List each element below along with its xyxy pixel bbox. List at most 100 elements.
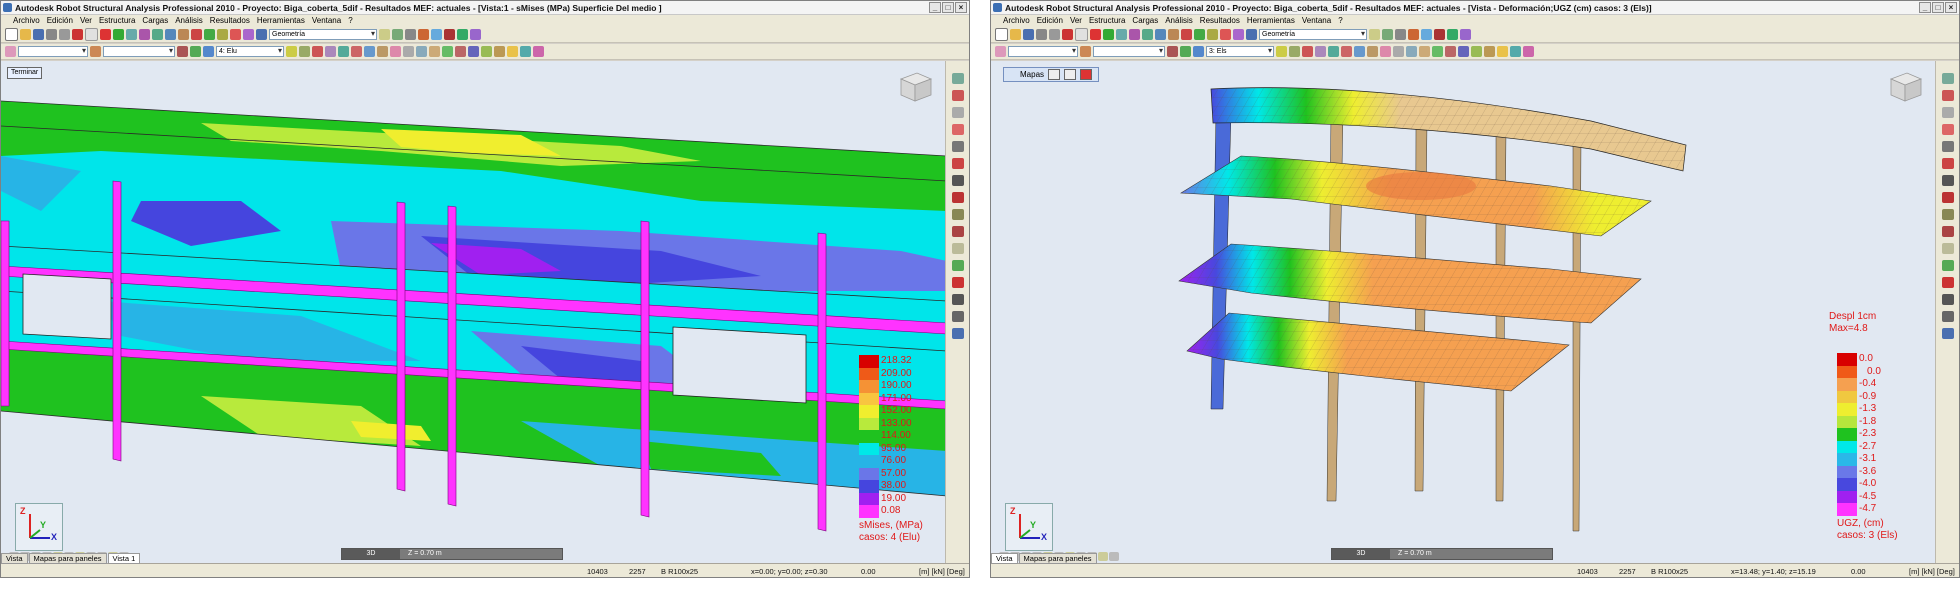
section-icon[interactable] [418, 29, 429, 40]
nodes-icon[interactable] [1941, 90, 1954, 101]
maximize-button[interactable]: □ [1932, 2, 1944, 13]
undo-icon[interactable] [1090, 29, 1101, 40]
mesh-generate-icon[interactable] [951, 294, 964, 305]
view-depth-scrollbar[interactable]: 3D Z = 0.70 m [341, 548, 563, 560]
filter-icon[interactable] [444, 29, 455, 40]
pen-icon[interactable] [1369, 29, 1380, 40]
grid-icon[interactable] [1395, 29, 1406, 40]
terminate-button[interactable]: Terminar [7, 67, 43, 79]
view-depth-scrollbar[interactable]: 3D Z = 0.70 m [1331, 548, 1553, 560]
menu-estructura[interactable]: Estructura [99, 15, 135, 27]
grid-icon[interactable] [405, 29, 416, 40]
layout-icon[interactable] [256, 29, 267, 40]
delete-icon[interactable] [72, 29, 83, 40]
new-file-icon[interactable] [995, 28, 1008, 41]
minimize-button[interactable]: _ [1919, 2, 1931, 13]
calc-icon[interactable] [204, 29, 215, 40]
persp-icon[interactable] [1510, 46, 1521, 57]
orbit-icon[interactable] [1471, 46, 1482, 57]
print-icon[interactable] [46, 29, 57, 40]
releases-icon[interactable] [1941, 158, 1954, 169]
tab-mapas-paneles[interactable]: Mapas para paneles [28, 553, 107, 564]
releases-icon[interactable] [951, 158, 964, 169]
menu-archivo[interactable]: Archivo [1003, 15, 1030, 27]
bar-icon[interactable] [1080, 46, 1091, 57]
offsets-icon[interactable] [1941, 175, 1954, 186]
tables-icon[interactable] [951, 311, 964, 322]
openings-icon[interactable] [1941, 226, 1954, 237]
view-3d-viewport[interactable]: Mapas Z X Y 3D Z = 0.70 m Despl 1cm Max=… [991, 61, 1937, 563]
cables-icon[interactable] [951, 192, 964, 203]
view-xz-icon[interactable] [403, 46, 414, 57]
tab-vista-1[interactable]: Vista 1 [107, 553, 141, 564]
menu-ver[interactable]: Ver [80, 15, 92, 27]
menu-cargas[interactable]: Cargas [142, 15, 168, 27]
mapas-panel-header[interactable]: Mapas [1003, 67, 1100, 82]
layout-icon[interactable] [1246, 29, 1257, 40]
maximize-button[interactable]: □ [942, 2, 954, 13]
tools-icon[interactable] [1233, 29, 1244, 40]
minimize-button[interactable]: _ [929, 2, 941, 13]
thickness-icon[interactable] [1941, 277, 1954, 288]
view-yz-icon[interactable] [1419, 46, 1430, 57]
sections-icon[interactable] [1941, 141, 1954, 152]
view-yz-icon[interactable] [429, 46, 440, 57]
menu-resultados[interactable]: Resultados [210, 15, 250, 27]
pointer-icon[interactable] [5, 46, 16, 57]
close-button[interactable]: × [1945, 2, 1957, 13]
tab-vista[interactable]: Vista [1, 553, 28, 564]
panel-pin-button[interactable] [1048, 69, 1061, 80]
zoom-all-icon[interactable] [442, 46, 453, 57]
bar-icon[interactable] [90, 46, 101, 57]
view-xy-icon[interactable] [416, 46, 427, 57]
menu-edicion[interactable]: Edición [1037, 15, 1063, 27]
load-case-select[interactable]: 4: Elu [216, 46, 284, 57]
redraw-icon[interactable] [494, 46, 505, 57]
view-xz-icon[interactable] [1393, 46, 1404, 57]
tab-vista[interactable]: Vista [991, 553, 1018, 564]
next-case-icon[interactable] [1289, 46, 1300, 57]
report-icon[interactable] [470, 29, 481, 40]
menu-estructura[interactable]: Estructura [1089, 15, 1125, 27]
legend-toggle-icon[interactable] [1109, 552, 1119, 561]
maps-icon[interactable] [1220, 29, 1231, 40]
select-icon[interactable] [1116, 29, 1127, 40]
mesh-toggle-icon[interactable] [1098, 552, 1108, 561]
view-3d-viewport[interactable]: Terminar Z X Y 3D Z = 0.70 m 218.32 209.… [1, 61, 947, 563]
load-case-select[interactable]: 3: Els [1206, 46, 1274, 57]
panels-icon[interactable] [951, 209, 964, 220]
viewcube[interactable] [897, 69, 935, 103]
hand-icon[interactable] [507, 46, 518, 57]
orbit-icon[interactable] [481, 46, 492, 57]
table-icon[interactable] [457, 29, 468, 40]
results-icon[interactable] [217, 29, 228, 40]
snap-icon[interactable] [1382, 29, 1393, 40]
zoom-out-icon[interactable] [1458, 46, 1469, 57]
rotate-icon[interactable] [178, 29, 189, 40]
release-icon[interactable] [1354, 46, 1365, 57]
design-icon[interactable] [951, 328, 964, 339]
design-icon[interactable] [1941, 328, 1954, 339]
menu-ventana[interactable]: Ventana [312, 15, 341, 27]
tab-mapas-paneles[interactable]: Mapas para paneles [1018, 553, 1097, 564]
menu-herramientas[interactable]: Herramientas [1247, 15, 1295, 27]
save-icon[interactable] [1023, 29, 1034, 40]
structure-icon[interactable] [951, 73, 964, 84]
zoom-in-icon[interactable] [455, 46, 466, 57]
case-icon[interactable] [1167, 46, 1178, 57]
view-3d-icon[interactable] [1380, 46, 1391, 57]
geometry-layout-select[interactable]: Geometría [269, 29, 377, 40]
mesh-generate-icon[interactable] [1941, 294, 1954, 305]
bars-icon[interactable] [951, 107, 964, 118]
geometry-layout-select[interactable]: Geometría [1259, 29, 1367, 40]
nodes-icon[interactable] [951, 90, 964, 101]
persp-icon[interactable] [520, 46, 531, 57]
tables-icon[interactable] [1941, 311, 1954, 322]
case-icon[interactable] [177, 46, 188, 57]
calc-icon[interactable] [1194, 29, 1205, 40]
save-icon[interactable] [33, 29, 44, 40]
menu-analisis[interactable]: Análisis [1165, 15, 1193, 27]
view-xy-icon[interactable] [1406, 46, 1417, 57]
member-combo[interactable] [1093, 46, 1165, 57]
stop-icon[interactable] [191, 29, 202, 40]
